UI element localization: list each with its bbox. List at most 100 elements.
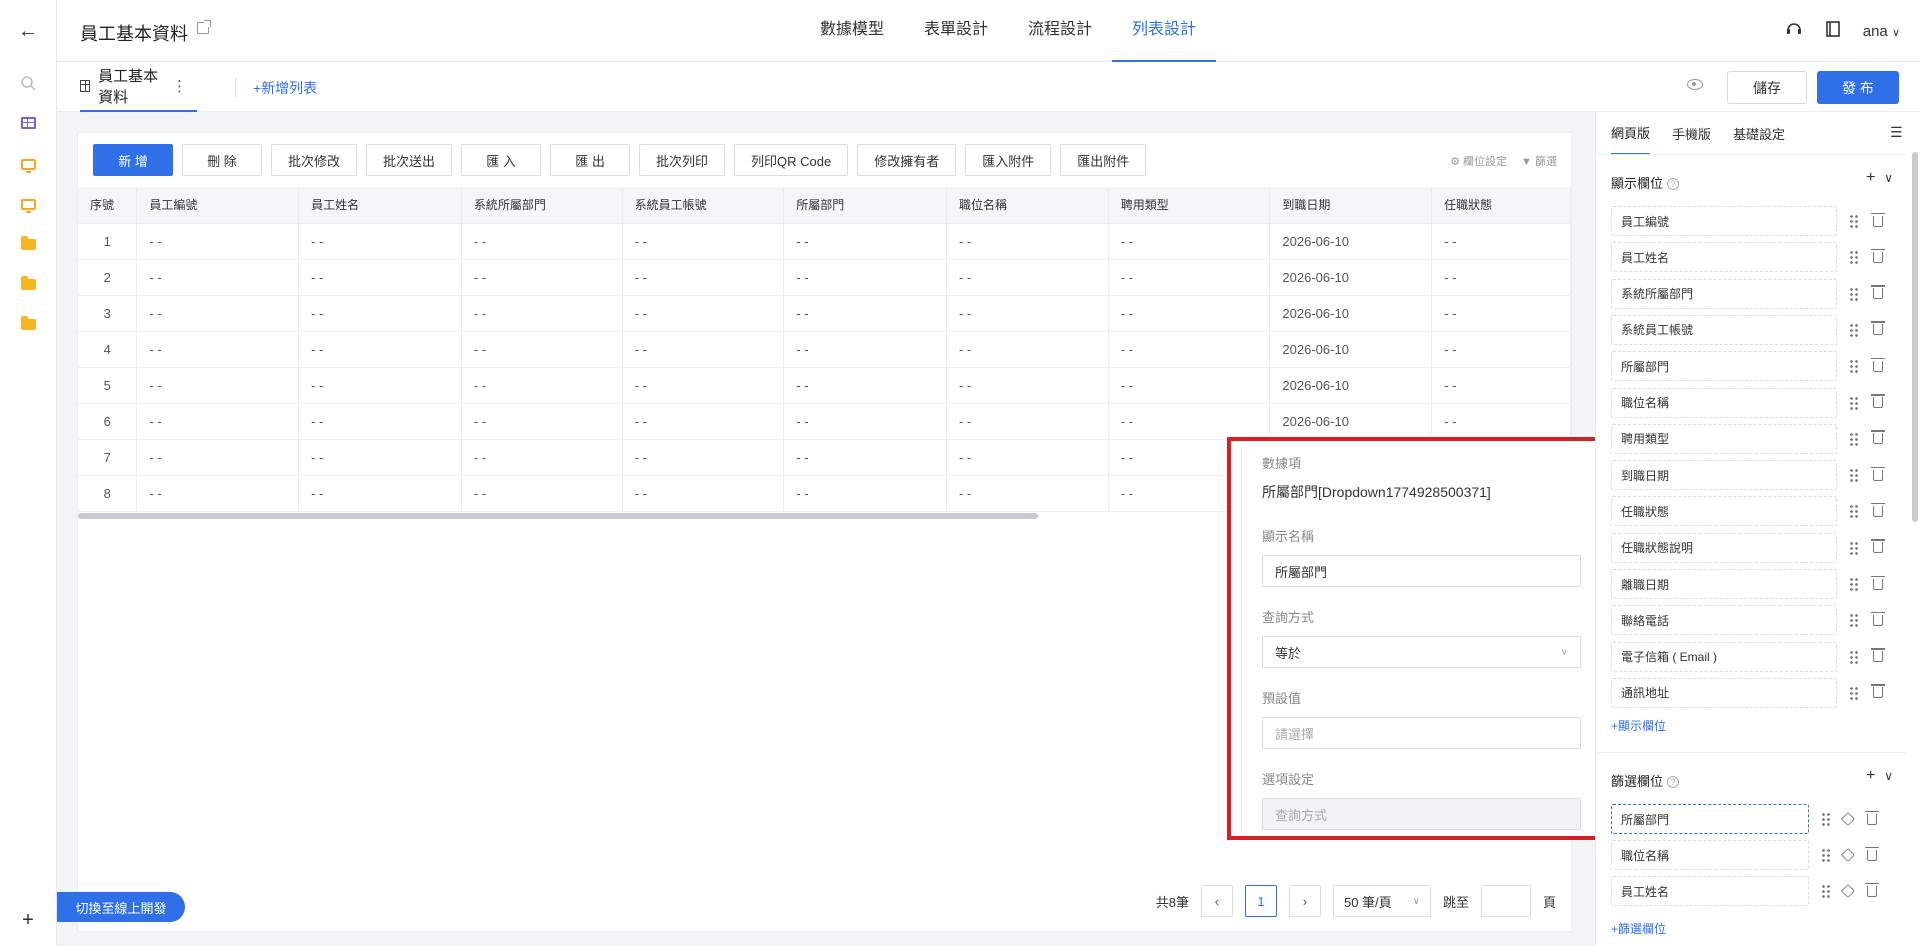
switch-online-dev-button[interactable]: 切換至線上開發 <box>57 892 185 922</box>
trash-icon[interactable] <box>1871 394 1885 408</box>
column-header[interactable]: 職位名稱 <box>946 187 1109 224</box>
trash-icon[interactable] <box>1871 684 1885 699</box>
display-field-name[interactable]: 任職狀態 <box>1611 496 1837 527</box>
tab-web[interactable]: 網頁版 <box>1611 111 1651 155</box>
drag-handle-icon[interactable] <box>1849 431 1859 446</box>
trash-icon[interactable] <box>1871 539 1885 554</box>
prev-page-button[interactable]: ‹ <box>1200 885 1233 917</box>
book-icon[interactable] <box>1825 20 1841 42</box>
drag-handle-icon[interactable] <box>1849 685 1859 700</box>
folder-icon[interactable] <box>16 272 40 296</box>
pin-icon[interactable] <box>1840 811 1856 827</box>
display-field-name[interactable]: 電子信箱 ( Email ) <box>1611 641 1837 672</box>
display-field-row[interactable]: 任職狀態 <box>1611 496 1901 527</box>
batch-edit-button[interactable]: 批次修改 <box>271 144 358 176</box>
plus-icon[interactable]: + <box>16 908 40 932</box>
column-header[interactable]: 聘用類型 <box>1108 187 1271 224</box>
help-icon[interactable]: ? <box>1667 776 1680 788</box>
table-row[interactable]: 6- -- -- -- -- -- -- -2026-06-10- - <box>78 403 1571 440</box>
save-button[interactable]: 儲存 <box>1727 71 1807 104</box>
display-field-row[interactable]: 所屬部門 <box>1611 351 1901 382</box>
current-page-button[interactable]: 1 <box>1244 885 1277 917</box>
column-header[interactable]: 系統員工帳號 <box>622 187 785 224</box>
trash-icon[interactable] <box>1871 466 1885 481</box>
trash-icon[interactable] <box>1871 357 1885 372</box>
display-field-row[interactable]: 系統所屬部門 <box>1611 278 1901 309</box>
column-header[interactable]: 到職日期 <box>1269 187 1433 224</box>
delete-button[interactable]: 刪 除 <box>182 144 262 176</box>
batch-print-button[interactable]: 批次列印 <box>639 144 726 176</box>
filter-field-name[interactable]: 所屬部門 <box>1611 804 1809 834</box>
column-header[interactable]: 員工編號 <box>136 187 300 224</box>
help-icon[interactable]: ? <box>1667 178 1680 190</box>
drag-handle-icon[interactable] <box>1849 577 1859 591</box>
chevron-down-icon[interactable]: ∨ <box>1884 769 1893 783</box>
drag-handle-icon[interactable] <box>1849 395 1859 410</box>
column-header[interactable]: 序號 <box>78 187 138 224</box>
filter-field-name[interactable]: 員工姓名 <box>1611 876 1809 906</box>
page-size-select[interactable]: 50 筆/頁 ∨ <box>1332 885 1431 917</box>
table-row[interactable]: 2- -- -- -- -- -- -- -2026-06-10- - <box>78 259 1571 296</box>
pin-icon[interactable] <box>1840 883 1856 899</box>
tab-basic-settings[interactable]: 基礎設定 <box>1733 124 1785 143</box>
add-icon[interactable]: + <box>1866 169 1875 186</box>
default-value-select[interactable]: 請選擇 <box>1262 717 1581 749</box>
tab-list-design[interactable]: 列表設計 <box>1112 0 1217 62</box>
filter-field-row[interactable]: 所屬部門 <box>1611 804 1901 834</box>
print-qr-button[interactable]: 列印QR Code <box>734 144 849 176</box>
add-icon[interactable]: + <box>1866 767 1875 784</box>
display-field-row[interactable]: 到職日期 <box>1611 460 1901 491</box>
display-field-row[interactable]: 員工姓名 <box>1611 242 1901 273</box>
display-field-name[interactable]: 員工編號 <box>1611 206 1837 236</box>
display-field-row[interactable]: 員工編號 <box>1611 206 1901 236</box>
list-tab[interactable]: 員工基本資料 ⋮ <box>80 62 197 112</box>
add-button[interactable]: 新 增 <box>93 144 173 176</box>
display-name-input[interactable]: 所屬部門 <box>1262 555 1581 587</box>
filter-field-row[interactable]: 員工姓名 <box>1611 876 1901 906</box>
display-field-row[interactable]: 系統員工帳號 <box>1611 314 1901 345</box>
display-field-row[interactable]: 離職日期 <box>1611 569 1901 599</box>
drag-handle-icon[interactable] <box>1849 214 1859 228</box>
monitor-icon[interactable] <box>16 152 40 176</box>
drag-handle-icon[interactable] <box>1821 812 1831 826</box>
trash-icon[interactable] <box>1871 321 1885 336</box>
display-field-row[interactable]: 通訊地址 <box>1611 677 1901 708</box>
display-field-row[interactable]: 職位名稱 <box>1611 387 1901 418</box>
column-settings-link[interactable]: ⚙ 欄位設定 <box>1450 153 1507 169</box>
table-row[interactable]: 4- -- -- -- -- -- -- -2026-06-10- - <box>78 331 1571 368</box>
vertical-scrollbar[interactable] <box>1912 152 1918 522</box>
display-field-name[interactable]: 系統員工帳號 <box>1611 314 1837 345</box>
tab-flow-design[interactable]: 流程設計 <box>1008 0 1112 62</box>
change-owner-button[interactable]: 修改擁有者 <box>857 144 957 176</box>
trash-icon[interactable] <box>1871 430 1885 445</box>
trash-icon[interactable] <box>1871 575 1885 590</box>
display-field-name[interactable]: 所屬部門 <box>1611 351 1837 382</box>
trash-icon[interactable] <box>1871 212 1885 227</box>
column-header[interactable]: 所屬部門 <box>783 187 947 224</box>
preview-eye-icon[interactable] <box>1687 79 1703 90</box>
display-field-row[interactable]: 電子信箱 ( Email ) <box>1611 641 1901 672</box>
import-button[interactable]: 匯 入 <box>461 144 542 176</box>
back-arrow-icon[interactable]: ← <box>16 19 40 43</box>
jump-page-input[interactable] <box>1480 885 1531 917</box>
drag-handle-icon[interactable] <box>1849 504 1859 519</box>
display-field-name[interactable]: 到職日期 <box>1611 460 1837 491</box>
drag-handle-icon[interactable] <box>1821 848 1831 862</box>
display-field-name[interactable]: 通訊地址 <box>1611 677 1837 708</box>
next-page-button[interactable]: › <box>1288 885 1321 917</box>
add-filter-field-link[interactable]: +篩選欄位 <box>1611 920 1666 937</box>
tab-form-design[interactable]: 表單設計 <box>904 0 1008 62</box>
more-icon[interactable]: ⋮ <box>172 77 187 95</box>
trash-icon[interactable] <box>1871 502 1885 517</box>
display-field-name[interactable]: 職位名稱 <box>1611 387 1837 418</box>
trash-icon[interactable] <box>1865 810 1879 825</box>
headset-icon[interactable] <box>1785 20 1803 42</box>
folder-icon[interactable] <box>16 232 40 256</box>
monitor-icon[interactable] <box>16 192 40 216</box>
tab-data-model[interactable]: 數據模型 <box>800 0 904 62</box>
column-header[interactable]: 員工姓名 <box>298 187 462 224</box>
display-field-row[interactable]: 任職狀態說明 <box>1611 532 1901 563</box>
column-header[interactable]: 系統所屬部門 <box>461 187 623 224</box>
filter-field-row[interactable]: 職位名稱 <box>1611 840 1901 870</box>
trash-icon[interactable] <box>1871 648 1885 663</box>
